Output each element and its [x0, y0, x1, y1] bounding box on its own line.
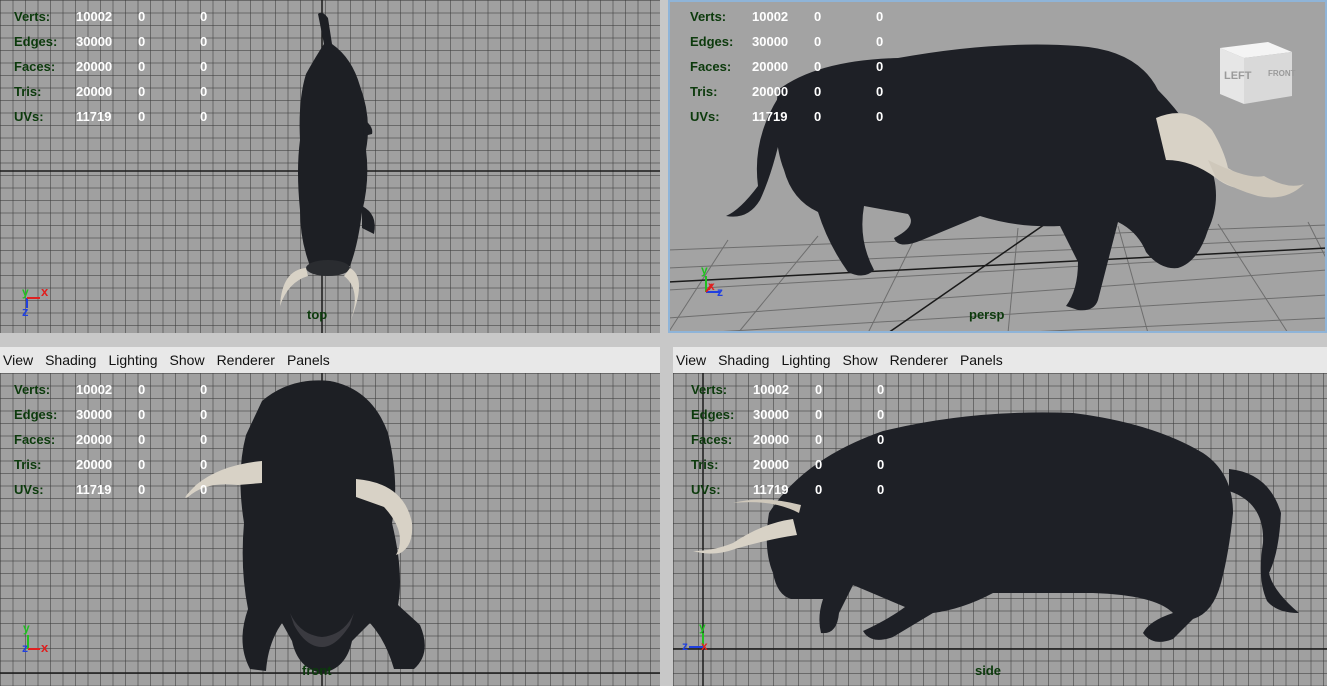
svg-text:y: y: [701, 263, 708, 277]
svg-text:x: x: [708, 279, 715, 293]
view-cube[interactable]: LEFT FRONT: [1220, 42, 1296, 104]
viewport-pane-side: View Shading Lighting Show Renderer Pane…: [673, 347, 1327, 686]
poly-count-hud: Verts: 10002 0 0 Edges: 30000 0 0 Faces: 20000 0…: [14, 382, 208, 497]
menu-panels[interactable]: Panels: [287, 352, 330, 368]
menu-shading[interactable]: Shading: [45, 352, 96, 368]
viewport-pane-top: Verts: 10002 0 0 Edges: 30000 0 0 Faces: 20000 0…: [0, 0, 660, 333]
viewport-side[interactable]: Verts: 10002 0 0 Edges: 30000 0 0 Faces: 20000 0…: [673, 373, 1327, 686]
viewport-front[interactable]: Verts: 10002 0 0 Edges: 30000 0 0 Faces: 20000 0…: [0, 373, 660, 686]
axis-gizmo-front: y z x: [22, 621, 49, 655]
panel-menu-bar-front: View Shading Lighting Show Renderer Pane…: [0, 347, 660, 373]
bull-model-front[interactable]: [185, 380, 425, 673]
poly-count-hud: Verts: 10002 0 0 Edges: 30000 0 0 Faces: 20000 0…: [14, 9, 208, 124]
svg-text:z: z: [22, 641, 28, 655]
svg-text:z: z: [682, 639, 688, 653]
menu-view[interactable]: View: [3, 352, 33, 368]
camera-label-front: front: [302, 663, 332, 678]
menu-shading[interactable]: Shading: [718, 352, 769, 368]
panel-menu-bar-side: View Shading Lighting Show Renderer Pane…: [673, 347, 1327, 373]
axis-gizmo-side: y z x: [682, 620, 708, 653]
viewport-pane-front: View Shading Lighting Show Renderer Pane…: [0, 347, 660, 686]
poly-count-hud: Verts: 10002 0 0 Edges: 30000 0 0 Faces: 20000 0…: [690, 9, 884, 124]
menu-panels[interactable]: Panels: [960, 352, 1003, 368]
svg-text:x: x: [41, 640, 49, 655]
svg-text:x: x: [41, 284, 49, 299]
svg-text:y: y: [22, 285, 29, 299]
viewport-top[interactable]: Verts: 10002 0 0 Edges: 30000 0 0 Faces: 20000 0…: [0, 0, 660, 333]
svg-text:LEFT: LEFT: [1224, 70, 1252, 82]
axis-gizmo-persp: y x z: [701, 263, 723, 299]
menu-show[interactable]: Show: [843, 352, 878, 368]
menu-renderer[interactable]: Renderer: [890, 352, 948, 368]
menu-lighting[interactable]: Lighting: [781, 352, 830, 368]
viewport-pane-persp: LEFT FRONT Verts: 10002 0 0 Edges: 30000 0 0 F…: [668, 0, 1327, 333]
viewport-persp[interactable]: LEFT FRONT Verts: 10002 0 0 Edges: 30000 0 0 F…: [668, 0, 1327, 333]
camera-label-persp: persp: [969, 307, 1005, 322]
svg-text:y: y: [699, 620, 706, 634]
axis-gizmo-top: y x z: [22, 284, 49, 319]
camera-label-side: side: [975, 663, 1002, 678]
svg-text:z: z: [717, 285, 723, 299]
svg-text:x: x: [701, 639, 708, 653]
svg-text:FRONT: FRONT: [1268, 69, 1296, 78]
menu-view[interactable]: View: [676, 352, 706, 368]
svg-text:y: y: [23, 621, 30, 635]
menu-renderer[interactable]: Renderer: [217, 352, 275, 368]
camera-label-top: top: [307, 307, 328, 322]
menu-show[interactable]: Show: [170, 352, 205, 368]
menu-lighting[interactable]: Lighting: [108, 352, 157, 368]
poly-count-hud: Verts: 10002 0 0 Edges: 30000 0 0 Faces: 20000 0…: [691, 382, 885, 497]
bull-model-top[interactable]: [280, 12, 375, 322]
svg-text:z: z: [22, 304, 29, 319]
